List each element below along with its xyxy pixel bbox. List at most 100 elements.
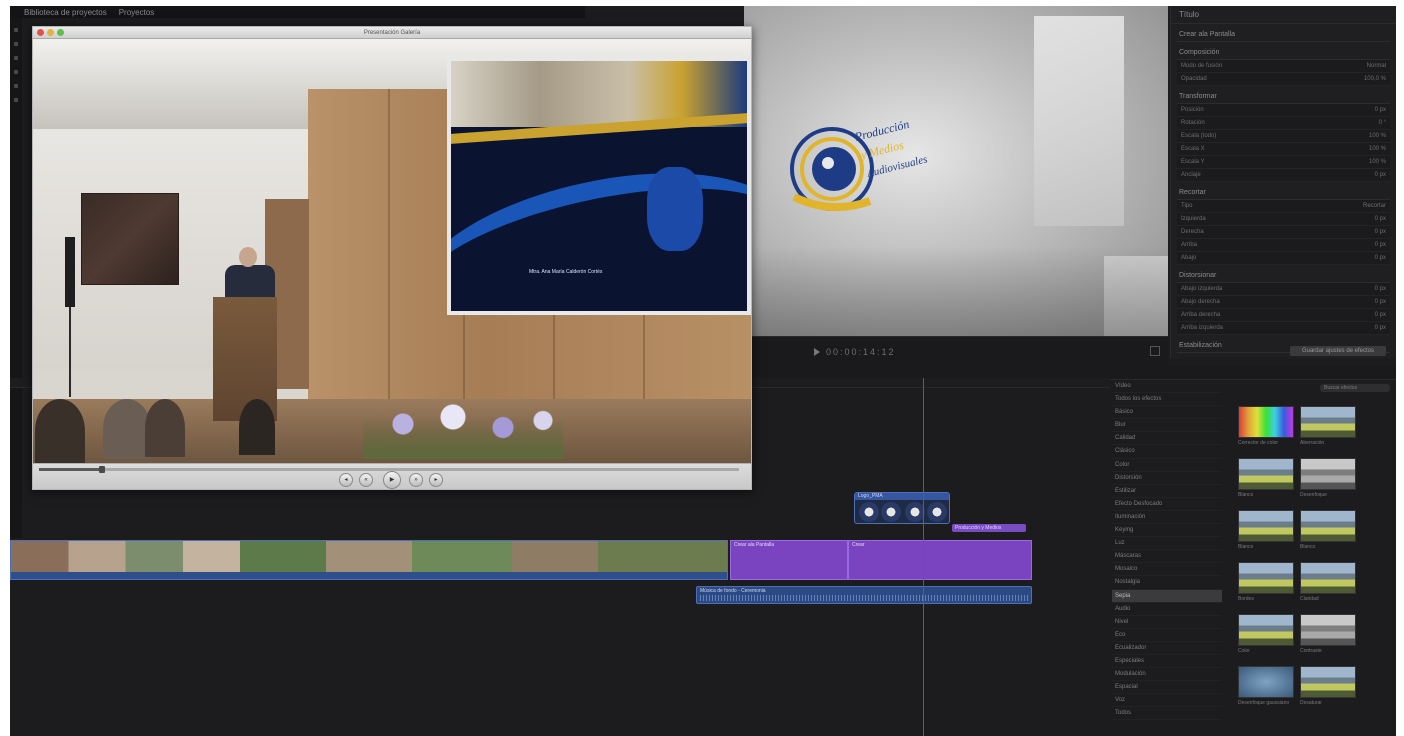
play-icon[interactable]: ▶ [383,471,401,489]
generator-clip[interactable]: Crear [848,540,1032,580]
close-icon[interactable] [37,29,44,36]
effect-thumbnail[interactable]: Desenfoque gaussiano [1238,666,1294,708]
skip-icon[interactable]: ▸ [429,473,443,487]
play-icon[interactable] [814,348,820,356]
inspector-param-label: Abajo [1181,255,1197,261]
inspector-section-title[interactable]: Distorsionar [1177,269,1390,283]
inspector-param-value[interactable]: 100,0 % [1364,76,1386,82]
effects-category-item[interactable]: Nivel [1112,616,1222,629]
minimize-icon[interactable] [47,29,54,36]
inspector-section-title[interactable]: Recortar [1177,186,1390,200]
inspector-param-value[interactable]: 0 px [1375,172,1386,178]
title-clip[interactable]: Producción y Medios [952,524,1026,532]
viewer-controls: 00:00:14:12 [744,336,1168,366]
inspector-param-value[interactable]: 0 px [1375,216,1386,222]
effects-category-item[interactable]: Nostalgia [1112,576,1222,590]
effects-category-item[interactable]: Todos [1112,707,1222,721]
effects-category-item[interactable]: Audio [1112,603,1222,616]
inspector-param-value[interactable]: 0 px [1375,242,1386,248]
tool-icon[interactable] [14,84,18,88]
effects-category-item[interactable]: Básico [1112,406,1222,420]
effects-category-item[interactable]: Todos los efectos [1112,393,1222,407]
inspector-param-value[interactable]: 0 ° [1379,120,1386,126]
inspector-section-title[interactable]: Transformar [1177,90,1390,104]
effects-search-input[interactable]: Buscar efectos [1320,384,1390,392]
inspector-param-value[interactable]: 0 px [1375,107,1386,113]
effects-category-item[interactable]: Espacial [1112,681,1222,695]
effects-category-item[interactable]: Clásico [1112,445,1222,459]
generator-clip[interactable]: Crear ala Pantalla [730,540,848,580]
effects-category-item[interactable]: Distorsión [1112,472,1222,485]
zoom-icon[interactable] [57,29,64,36]
volume-icon[interactable]: ◂ [339,473,353,487]
inspector-param-value[interactable]: 0 px [1375,229,1386,235]
inspector-row: Rotación 0 ° [1177,117,1390,130]
effects-category-item[interactable]: Estilizar [1112,485,1222,498]
overlay-clip[interactable]: Logo_PMA [854,492,950,524]
effects-category-item[interactable]: Color [1112,459,1222,472]
effects-category-item[interactable]: Modulación [1112,668,1222,682]
effects-category-item[interactable]: Calidad [1112,432,1222,446]
effects-category-item[interactable]: Sepia [1112,589,1222,603]
player-window[interactable]: Presentación Galería Mtra. Ana María Cal… [32,26,752,490]
effects-category-item[interactable]: Ecualizador [1112,642,1222,655]
projection-screen: Mtra. Ana María Calderón Cortés [447,57,751,315]
effects-category-item[interactable]: Mosaico [1112,563,1222,577]
effects-category-item[interactable]: Iluminación [1112,511,1222,525]
inspector-param-value[interactable]: 0 px [1375,312,1386,318]
rewind-icon[interactable]: « [359,473,373,487]
effect-thumbnail[interactable]: Blanco [1238,458,1294,500]
effect-preview-image [1300,406,1356,438]
inspector-param-value[interactable]: 100 % [1369,159,1386,165]
tool-icon[interactable] [14,56,18,60]
inspector-param-value[interactable]: 100 % [1369,146,1386,152]
tool-icon[interactable] [14,28,18,32]
inspector-param-value[interactable]: Recortar [1363,203,1386,209]
inspector-param-value[interactable]: Normal [1367,63,1386,69]
effect-thumbnail[interactable]: Color [1238,614,1294,656]
effects-category-list: Vídeo Todos los efectos Básico Blur Calidad C… [1112,380,1222,736]
effect-thumbnail[interactable]: Corrector de color [1238,406,1294,448]
effects-category-item[interactable]: Voz [1112,694,1222,708]
inspector-param-value[interactable]: 0 px [1375,286,1386,292]
effect-thumbnail[interactable]: Desaturar [1300,666,1356,708]
inspector-param-value[interactable]: 0 px [1375,299,1386,305]
scrubber-handle[interactable] [99,466,105,473]
save-effects-button[interactable]: Guardar ajustes de efectos [1290,346,1386,356]
playhead[interactable] [923,378,924,736]
effects-category-item[interactable]: Eco [1112,629,1222,642]
tool-icon[interactable] [14,42,18,46]
effect-thumbnail[interactable]: Bordes [1238,562,1294,604]
effect-thumbnail[interactable]: Aberración [1300,406,1356,448]
effect-thumbnail[interactable]: Desenfoque [1300,458,1356,500]
primary-storyline-clip[interactable] [10,540,728,580]
effects-category-item[interactable]: Keying [1112,524,1222,538]
tool-icon[interactable] [14,98,18,102]
event-label[interactable]: Proyectos [119,8,155,17]
inspector-section-title[interactable]: Composición [1177,46,1390,60]
effects-category-item[interactable]: Luz [1112,537,1222,551]
window-title[interactable]: Biblioteca de proyectos [24,8,107,17]
viewer-light-panel [1034,16,1124,226]
effect-thumbnail[interactable]: Blanco [1300,510,1356,552]
effects-category-item[interactable]: Especiales [1112,655,1222,669]
fast-forward-icon[interactable]: » [409,473,423,487]
effect-thumbnail[interactable]: Contraste [1300,614,1356,656]
effects-category-item[interactable]: Máscaras [1112,550,1222,564]
effect-thumbnail[interactable]: Blanco [1238,510,1294,552]
effects-category-item[interactable]: Vídeo [1112,380,1222,394]
player-title-bar[interactable]: Presentación Galería [33,27,751,39]
effect-thumbnail[interactable]: Claridad [1300,562,1356,604]
audio-clip[interactable]: Música de fondo - Ceremonia [696,586,1032,604]
viewer[interactable]: Producción y Medios Audiovisuales [744,6,1168,336]
inspector-footer-label[interactable]: Estabilización [1179,342,1222,349]
inspector-param-value[interactable]: 0 px [1375,255,1386,261]
effects-category-item[interactable]: Efecto Desfocado [1112,498,1222,511]
fullscreen-icon[interactable] [1150,346,1160,356]
inspector-param-value[interactable]: 100 % [1369,133,1386,139]
clip-audio-waveform [11,572,727,579]
inspector-param-value[interactable]: 0 px [1375,325,1386,331]
video-frame[interactable]: Mtra. Ana María Calderón Cortés [33,39,751,463]
effects-category-item[interactable]: Blur [1112,419,1222,433]
tool-icon[interactable] [14,70,18,74]
